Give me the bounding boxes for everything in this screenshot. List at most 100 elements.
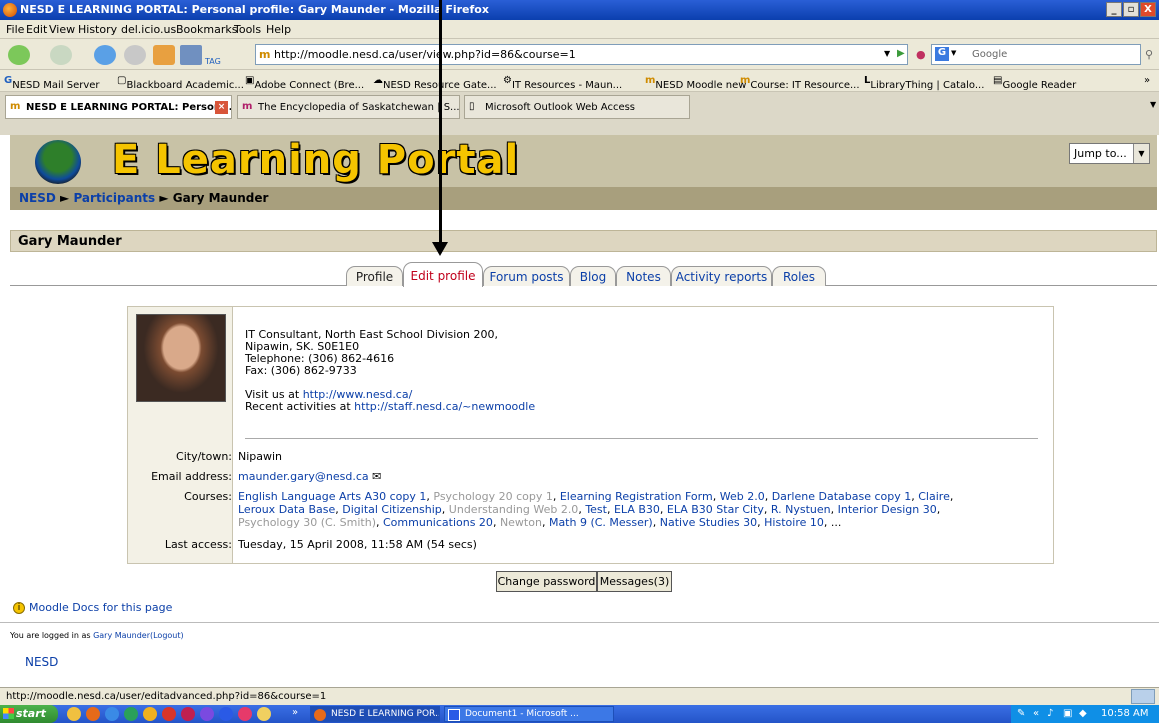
course-link-hidden[interactable]: Psychology 30 (C. Smith) (238, 516, 376, 529)
moodle-docs-link[interactable]: i Moodle Docs for this page (13, 601, 172, 614)
quicklaunch-firefox-icon[interactable] (86, 707, 100, 721)
start-button[interactable]: start (0, 705, 58, 723)
course-link[interactable]: ELA B30 Star City (667, 503, 764, 516)
extension-icon[interactable]: ● (916, 48, 926, 61)
messages-button[interactable]: Messages(3) (597, 571, 672, 592)
course-link[interactable]: Test (585, 503, 607, 516)
bookmark-page-icon[interactable] (180, 45, 202, 65)
user-photo[interactable] (136, 314, 226, 402)
quicklaunch-app-icon[interactable] (143, 707, 157, 721)
logout-link[interactable]: (Logout) (150, 631, 184, 640)
tab-blog[interactable]: Blog (570, 266, 616, 286)
envelope-icon[interactable]: ✉ (372, 470, 381, 483)
search-input[interactable]: G ▼ Google (931, 44, 1141, 65)
bookmark-nesd-mail[interactable]: G NESD Mail Server (4, 75, 100, 91)
bookmarks-overflow-icon[interactable]: » (1144, 75, 1150, 86)
browser-tab-elearning[interactable]: m NESD E LEARNING PORTAL: Person... × (5, 95, 232, 119)
quicklaunch-overflow-icon[interactable]: » (292, 707, 298, 718)
tray-volume-icon[interactable]: ♪ (1047, 708, 1053, 719)
stop-icon[interactable] (124, 45, 146, 65)
search-icon[interactable]: ⚲ (1145, 48, 1153, 61)
menu-edit[interactable]: Edit (26, 23, 47, 36)
tray-network-icon[interactable]: ▣ (1063, 708, 1072, 719)
jump-to-select[interactable]: Jump to... ▼ (1069, 143, 1150, 164)
course-link[interactable]: Leroux Data Base (238, 503, 335, 516)
logged-user-link[interactable]: Gary Maunder (93, 631, 150, 640)
quicklaunch-folder-icon[interactable] (67, 707, 81, 721)
go-icon[interactable]: ▶ (897, 48, 905, 59)
bookmark-google-reader[interactable]: ▤ Google Reader (993, 75, 1076, 91)
bookmark-nesd-resource[interactable]: ☁ NESD Resource Gate... (373, 75, 497, 91)
tab-roles[interactable]: Roles (772, 266, 826, 286)
change-password-button[interactable]: Change password (496, 571, 597, 592)
course-link[interactable]: Interior Design 30 (838, 503, 937, 516)
course-link[interactable]: Communications 20 (383, 516, 493, 529)
quicklaunch-app-icon[interactable] (162, 707, 176, 721)
breadcrumb-participants[interactable]: Participants (73, 191, 155, 205)
browser-tab-outlook[interactable]: ▯ Microsoft Outlook Web Access (464, 95, 690, 119)
quicklaunch-app-icon[interactable] (238, 707, 252, 721)
menu-bookmarks[interactable]: Bookmarks (176, 23, 237, 36)
course-link-hidden[interactable]: Understanding Web 2.0 (449, 503, 579, 516)
minimize-button[interactable]: _ (1106, 2, 1122, 17)
quicklaunch-app-icon[interactable] (124, 707, 138, 721)
course-link-hidden[interactable]: Psychology 20 copy 1 (433, 490, 552, 503)
course-link[interactable]: Histoire 10 (764, 516, 824, 529)
course-link[interactable]: English Language Arts A30 copy 1 (238, 490, 426, 503)
tab-profile[interactable]: Profile (346, 266, 403, 286)
quicklaunch-app-icon[interactable] (257, 707, 271, 721)
course-link[interactable]: Digital Citizenship (342, 503, 442, 516)
home-link[interactable]: NESD (25, 655, 58, 669)
course-link[interactable]: Math 9 (C. Messer) (549, 516, 653, 529)
breadcrumb-nesd[interactable]: NESD (19, 191, 56, 205)
quicklaunch-app-icon[interactable] (219, 707, 233, 721)
bookmark-blackboard[interactable]: ▢ Blackboard Academic... (117, 75, 244, 91)
menu-history[interactable]: History (78, 23, 117, 36)
tray-shield-icon[interactable]: ◆ (1079, 708, 1087, 719)
close-tab-icon[interactable]: × (215, 101, 228, 114)
course-link[interactable]: Darlene Database copy 1 (772, 490, 912, 503)
maximize-button[interactable]: ▫ (1123, 2, 1139, 17)
menu-help[interactable]: Help (266, 23, 291, 36)
status-widget-icon[interactable] (1131, 689, 1155, 704)
menu-view[interactable]: View (49, 23, 75, 36)
course-link[interactable]: Native Studies 30 (660, 516, 757, 529)
course-link[interactable]: R. Nystuen (771, 503, 831, 516)
menu-tools[interactable]: Tools (234, 23, 261, 36)
email-link[interactable]: maunder.gary@nesd.ca (238, 470, 369, 483)
tab-forum-posts[interactable]: Forum posts (483, 266, 570, 286)
home-icon[interactable] (153, 45, 175, 65)
address-bar[interactable]: m http://moodle.nesd.ca/user/view.php?id… (255, 44, 908, 65)
bookmark-nesd-moodle[interactable]: m NESD Moodle new (645, 75, 746, 91)
tray-expand-icon[interactable]: « (1033, 708, 1039, 719)
course-link-hidden[interactable]: Newton (500, 516, 542, 529)
bookmark-it-resources[interactable]: ⚙ IT Resources - Maun... (503, 75, 622, 91)
tab-notes[interactable]: Notes (616, 266, 671, 286)
course-link[interactable]: Claire (918, 490, 950, 503)
staff-moodle-link[interactable]: http://staff.nesd.ca/~newmoodle (354, 400, 535, 413)
tab-edit-profile[interactable]: Edit profile (403, 262, 483, 287)
browser-tab-encyclopedia[interactable]: m The Encyclopedia of Saskatchewan | S..… (237, 95, 460, 119)
nesd-logo-icon[interactable] (35, 140, 81, 184)
reload-icon[interactable] (94, 45, 116, 65)
tab-activity-reports[interactable]: Activity reports (671, 266, 772, 286)
search-dropdown-icon[interactable]: ▼ (951, 49, 956, 57)
menu-delicious[interactable]: del.icio.us (121, 23, 176, 36)
quicklaunch-app-icon[interactable] (181, 707, 195, 721)
quicklaunch-ie-icon[interactable] (105, 707, 119, 721)
course-link[interactable]: ELA B30 (614, 503, 660, 516)
tab-list-icon[interactable]: ▼ (1150, 100, 1156, 109)
url-dropdown-icon[interactable]: ▼ (884, 49, 890, 58)
course-link[interactable]: Elearning Registration Form (560, 490, 713, 503)
back-icon[interactable] (8, 45, 30, 65)
tag-label[interactable]: TAG (205, 57, 221, 66)
task-word-document[interactable]: Document1 - Microsoft ... (444, 706, 614, 722)
close-window-button[interactable]: X (1140, 2, 1156, 17)
bookmark-adobe-connect[interactable]: ▣ Adobe Connect (Bre... (245, 75, 364, 91)
forward-icon[interactable] (50, 45, 72, 65)
bookmark-librarything[interactable]: L LibraryThing | Catalo... (864, 75, 984, 91)
course-link[interactable]: Web 2.0 (720, 490, 765, 503)
menu-file[interactable]: File (6, 23, 24, 36)
quicklaunch-app-icon[interactable] (200, 707, 214, 721)
tray-pen-icon[interactable]: ✎ (1017, 708, 1025, 719)
